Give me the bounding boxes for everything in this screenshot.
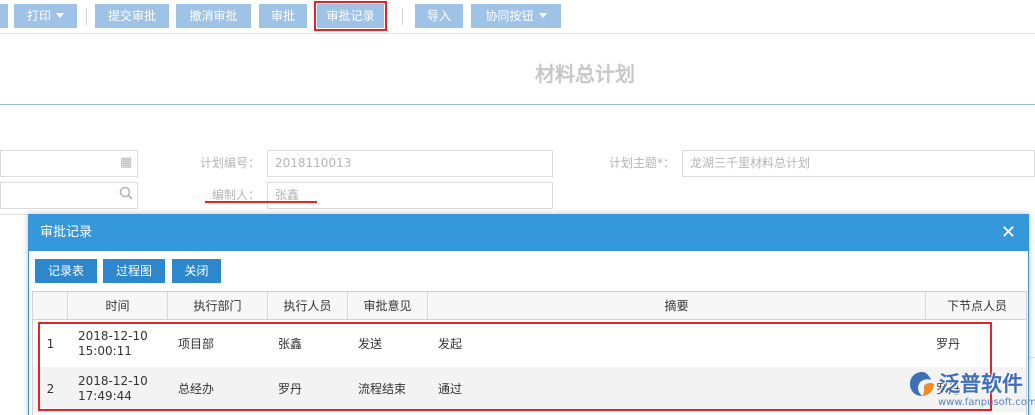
column-header-opinion[interactable]: 审批意见	[348, 292, 428, 320]
column-header-person[interactable]: 执行人员	[268, 292, 348, 320]
watermark-brand: 泛普软件	[939, 372, 1023, 396]
form-divider	[1029, 357, 1035, 358]
column-header-dept[interactable]: 执行部门	[168, 292, 268, 320]
records-table-button[interactable]: 记录表	[35, 259, 97, 283]
cancel-approval-button[interactable]: 撤消审批	[176, 4, 251, 28]
import-button[interactable]: 导入	[415, 4, 463, 28]
table-row[interactable]: 1 2018-12-10 15:00:11 项目部 张鑫 发送 发起 罗丹	[33, 322, 1026, 367]
cell-opinion: 流程结束	[358, 382, 407, 396]
lookup-field[interactable]	[0, 182, 138, 209]
plan-no-field[interactable]: 2018110013	[267, 150, 553, 177]
cell-clock: 15:00:11	[78, 344, 132, 358]
plan-subject-label: 计划主题*：	[608, 156, 675, 170]
search-icon[interactable]	[119, 186, 133, 204]
column-header-time[interactable]: 时间	[68, 292, 168, 320]
cell-date: 2018-12-10	[78, 374, 148, 388]
approval-records-table: 时间 执行部门 执行人员 审批意见 摘要 下节点人员 1 2018-12-10 …	[32, 291, 1027, 415]
collab-button-label: 协同按钮	[485, 9, 534, 23]
cell-dept: 项目部	[178, 337, 215, 351]
plan-no-label: 计划编号：	[199, 156, 260, 170]
cell-summary: 通过	[438, 382, 463, 396]
cell-person: 张鑫	[278, 337, 303, 351]
close-icon[interactable]: ✕	[1001, 215, 1016, 251]
print-button-label: 打印	[26, 9, 51, 23]
brand-logo-icon	[910, 372, 934, 396]
date-field[interactable]	[0, 150, 138, 177]
submit-approval-button[interactable]: 提交审批	[95, 4, 169, 28]
toolbar: 打印 提交审批 撤消审批 审批 审批记录 导入 协同按钮	[0, 0, 1035, 34]
watermark: 泛普软件 www.fanpusoft.com	[905, 366, 1035, 415]
calendar-icon[interactable]: ▦	[120, 155, 132, 170]
dialog-close-button[interactable]: 关闭	[172, 259, 221, 283]
author-field[interactable]: 张鑫	[267, 182, 553, 209]
cell-clock: 17:49:44	[78, 389, 132, 403]
cell-time: 2018-12-10 17:49:44	[78, 367, 168, 412]
form-divider	[0, 214, 28, 215]
cell-date: 2018-12-10	[78, 329, 148, 343]
cell-opinion: 发送	[358, 337, 383, 351]
column-header-next-person[interactable]: 下节点人员	[926, 292, 1026, 320]
plan-subject-field[interactable]: 龙湖三千里材料总计划	[682, 150, 1035, 177]
collab-button[interactable]: 协同按钮	[471, 4, 561, 28]
cell-summary: 发起	[438, 337, 463, 351]
column-header-index	[33, 292, 68, 320]
row-index: 1	[46, 337, 55, 351]
dialog-header: 审批记录 ✕	[29, 215, 1028, 251]
cell-next-person: 罗丹	[936, 337, 961, 351]
toolbar-button-partial[interactable]	[0, 4, 8, 28]
cell-person: 罗丹	[278, 382, 303, 396]
row-index: 2	[46, 382, 55, 396]
chevron-down-icon	[538, 13, 547, 18]
cell-time: 2018-12-10 15:00:11	[78, 322, 168, 367]
approval-records-button[interactable]: 审批记录	[314, 1, 387, 31]
author-label: 编制人：	[211, 188, 260, 202]
approval-records-dialog: 审批记录 ✕ 记录表 过程图 关闭 时间 执行部门 执行人员 审批意见 摘要 下…	[28, 214, 1029, 415]
page-title: 材料总计划	[535, 62, 635, 86]
chevron-down-icon	[56, 13, 64, 18]
process-chart-button[interactable]: 过程图	[103, 259, 165, 283]
toolbar-separator	[86, 8, 87, 25]
dialog-title: 审批记录	[40, 225, 93, 240]
column-header-summary[interactable]: 摘要	[428, 292, 926, 320]
approve-button[interactable]: 审批	[259, 4, 307, 28]
print-button[interactable]: 打印	[14, 4, 77, 28]
cell-dept: 总经办	[178, 382, 215, 396]
table-header: 时间 执行部门 执行人员 审批意见 摘要 下节点人员	[33, 292, 1026, 320]
title-divider	[0, 104, 1035, 105]
watermark-url: www.fanpusoft.com	[938, 397, 1035, 408]
author-highlight-underline	[205, 201, 317, 203]
table-row[interactable]: 2 2018-12-10 17:49:44 总经办 罗丹 流程结束 通过 罗丹	[33, 367, 1026, 412]
toolbar-separator	[402, 8, 403, 25]
